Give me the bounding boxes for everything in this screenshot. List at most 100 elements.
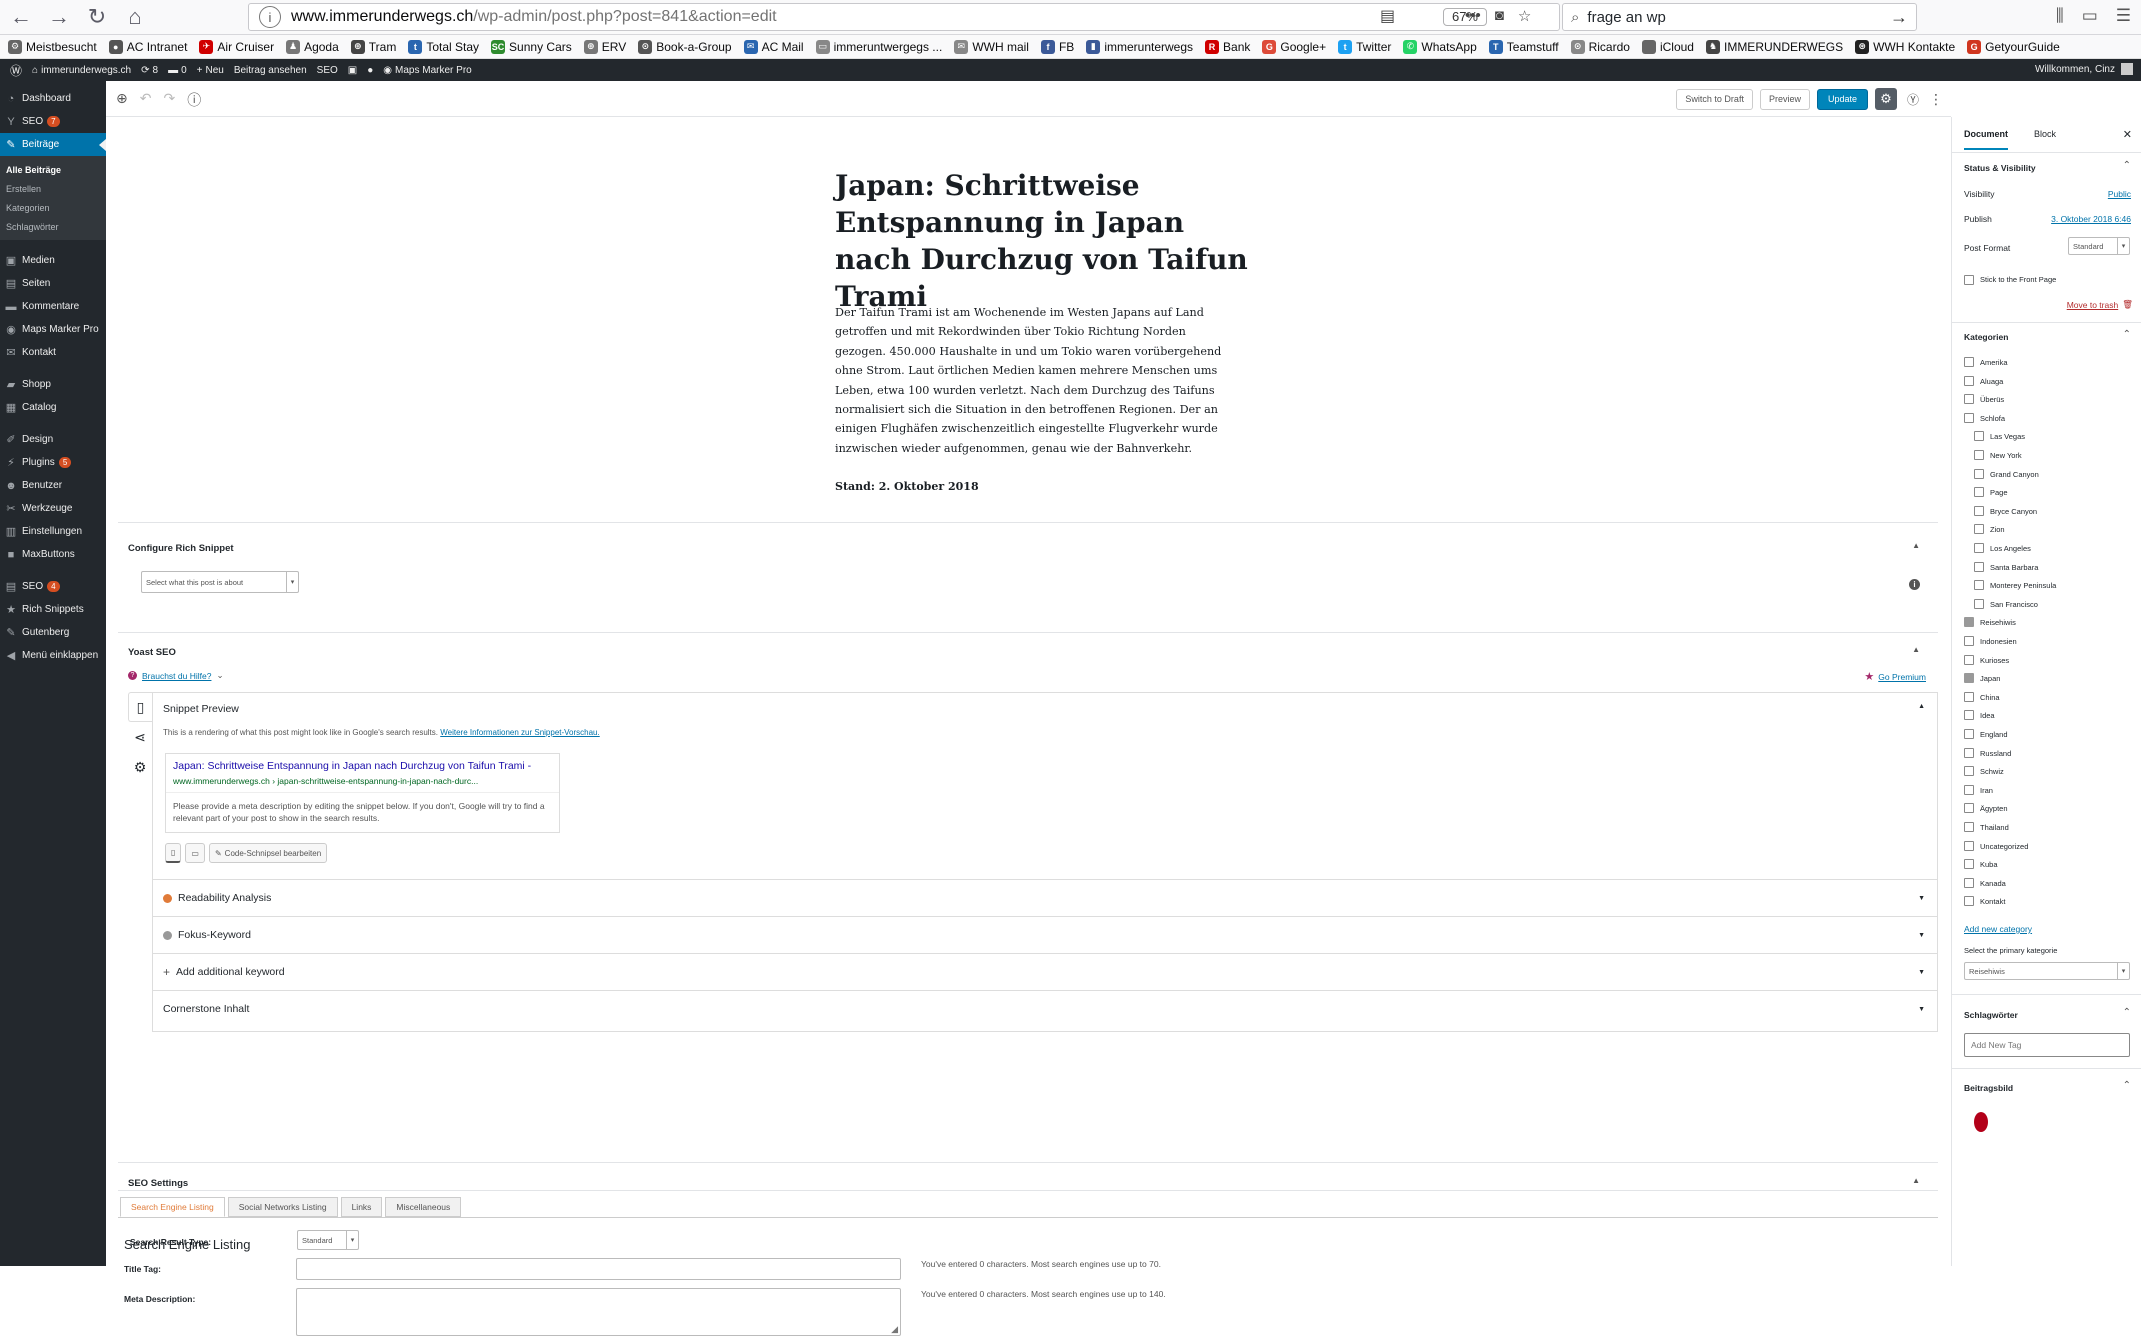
category-checkbox[interactable] (1964, 710, 1974, 721)
publish-date[interactable]: 3. Oktober 2018 6:46 (2051, 214, 2131, 224)
category-checkbox[interactable] (1964, 412, 1974, 423)
bookmark-item[interactable]: ▭ immeruntwergegs ... (815, 39, 942, 54)
more-options-icon[interactable]: ⋮ (1929, 91, 1943, 108)
category-checkbox[interactable] (1974, 543, 1984, 553)
status-visibility-title[interactable]: Status & Visibility (1964, 163, 2036, 173)
toolbar-icon-a[interactable]: ▣ (348, 65, 357, 76)
info-icon[interactable]: ⓘ (187, 90, 201, 110)
category-checkbox[interactable] (1974, 524, 1984, 535)
sidebar-item-menü-einklappen[interactable]: ◀ Menü einklappen (0, 644, 106, 667)
update-button[interactable]: Update (1816, 88, 1868, 110)
sidebar-item-shopp[interactable]: ▰ Shopp (0, 373, 106, 396)
add-block-icon[interactable]: ⊕ (116, 90, 128, 110)
collapse-up-icon[interactable]: ▲ (1912, 541, 1920, 550)
gear-icon[interactable]: ⚙ (128, 752, 152, 782)
sidebar-item-seo[interactable]: ▤ SEO 4 (0, 575, 106, 598)
tab-block[interactable]: Block (2034, 129, 2056, 139)
category-checkbox[interactable] (1964, 766, 1974, 777)
collapse-up-icon[interactable]: ▲ (1918, 703, 1925, 710)
post-paragraph[interactable]: Der Taifun Trami ist am Wochenende im We… (835, 303, 1230, 458)
desktop-icon[interactable]: ▭ (185, 843, 205, 863)
submenu-item[interactable]: Schlagwörter (0, 217, 106, 236)
chevron-up-icon[interactable]: ⌃ (2123, 1080, 2131, 1091)
bookmark-item[interactable]: ⊕ Tram (350, 39, 396, 54)
bookmark-item[interactable]: iCloud (1641, 39, 1694, 54)
visibility-value[interactable]: Public (2108, 189, 2131, 199)
category-checkbox[interactable] (1964, 617, 1974, 628)
sidebar-item-plugins[interactable]: ⚡ Plugins 5 (0, 451, 106, 474)
site-name[interactable]: ⌂ immerunderwegs.ch (32, 65, 131, 76)
category-checkbox[interactable] (1974, 431, 1984, 442)
sidebar-item-gutenberg[interactable]: ✎ Gutenberg (0, 621, 106, 644)
categories-title[interactable]: Kategorien (1964, 332, 2008, 342)
home-icon[interactable]: ⌂ (118, 2, 152, 32)
category-checkbox[interactable] (1964, 877, 1974, 888)
updates[interactable]: ⟳ 8 (141, 65, 158, 76)
category-checkbox[interactable] (1964, 822, 1974, 832)
category-checkbox[interactable] (1964, 654, 1974, 665)
sidebar-item-einstellungen[interactable]: ▥ Einstellungen (0, 520, 106, 543)
more-icon[interactable]: ••• (1465, 7, 1481, 25)
category-checkbox[interactable] (1974, 468, 1984, 479)
category-checkbox[interactable] (1974, 561, 1984, 572)
meta-description-input[interactable]: ◢ (296, 1288, 901, 1336)
tab-document[interactable]: Document (1964, 129, 2009, 150)
sidebar-toggle-icon[interactable]: ▭ (2082, 6, 2098, 26)
sidebar-item-seiten[interactable]: ▤ Seiten (0, 272, 106, 295)
google-snippet-card[interactable]: Japan: Schrittweise Entspannung in Japan… (165, 753, 560, 833)
featured-image-thumbnail[interactable] (1974, 1112, 1988, 1132)
chevron-up-icon[interactable]: ⌃ (2123, 329, 2131, 340)
category-checkbox[interactable] (1964, 859, 1974, 870)
tab-search-engine-listing[interactable]: Search Engine Listing (120, 1197, 225, 1217)
readability-analysis-row[interactable]: Readability Analysis ▼ (153, 879, 1937, 916)
category-checkbox[interactable] (1964, 896, 1974, 907)
switch-to-draft-button[interactable]: Switch to Draft (1676, 88, 1753, 110)
bookmark-item[interactable]: G Google+ (1262, 39, 1326, 54)
collapse-up-icon[interactable]: ▲ (1912, 645, 1920, 654)
sidebar-item-maxbuttons[interactable]: ■ MaxButtons (0, 543, 106, 566)
primary-category-select[interactable]: Reisehiwis ▾ (1964, 962, 2130, 980)
add-new-category-link[interactable]: Add new category (1964, 924, 2032, 934)
content-tab-icon[interactable]: ▯ (128, 692, 152, 722)
sidebar-item-dashboard[interactable]: ◔ Dashboard (0, 87, 106, 110)
back-icon[interactable]: ← (4, 2, 38, 32)
url-bar[interactable]: i www.immerunderwegs.ch/wp-admin/post.ph… (248, 3, 1560, 31)
post-title[interactable]: Japan: Schrittweise Entspannung in Japan… (835, 167, 1255, 315)
category-checkbox[interactable] (1964, 803, 1974, 814)
bookmark-item[interactable]: ✆ WhatsApp (1403, 39, 1477, 54)
category-checkbox[interactable] (1964, 840, 1974, 851)
bookmark-star-icon[interactable]: ☆ (1518, 7, 1531, 25)
sidebar-item-design[interactable]: ✐ Design (0, 428, 106, 451)
category-checkbox[interactable] (1974, 580, 1984, 591)
bookmark-item[interactable]: G GetyourGuide (1967, 39, 2060, 54)
bookmark-item[interactable]: ♟ Agoda (286, 39, 339, 54)
sidebar-item-rich-snippets[interactable]: ★ Rich Snippets (0, 598, 106, 621)
tab-miscellaneous[interactable]: Miscellaneous (385, 1197, 462, 1217)
tab-social-networks-listing[interactable]: Social Networks Listing (227, 1197, 338, 1217)
snippet-preview-title[interactable]: Snippet Preview (163, 703, 239, 715)
stick-front-checkbox[interactable] (1964, 275, 1974, 285)
category-checkbox[interactable] (1964, 691, 1974, 702)
sidebar-item-catalog[interactable]: ▦ Catalog (0, 396, 106, 419)
close-icon[interactable]: ✕ (2123, 128, 2132, 141)
wp-logo-icon[interactable]: Ⓦ (10, 62, 22, 79)
title-tag-input[interactable] (296, 1258, 901, 1280)
bookmark-item[interactable]: ✉ WWH mail (954, 39, 1029, 54)
reader-icon[interactable]: ▤ (1380, 6, 1395, 26)
yoast-title[interactable]: Yoast SEO (128, 647, 176, 658)
category-checkbox[interactable] (1964, 673, 1974, 684)
bookmark-item[interactable]: ⚙ Meistbesucht (8, 39, 97, 54)
chevron-up-icon[interactable]: ⌃ (2123, 1007, 2131, 1018)
category-checkbox[interactable] (1974, 450, 1984, 460)
forward-icon[interactable]: → (42, 2, 76, 32)
featured-image-title[interactable]: Beitragsbild (1964, 1083, 2013, 1093)
bookmark-item[interactable]: ⊙ Book-a-Group (638, 39, 732, 54)
bookmark-item[interactable]: R Bank (1205, 39, 1250, 54)
comments[interactable]: ▬ 0 (168, 65, 187, 76)
snippet-info-link[interactable]: Weitere Informationen zur Snippet-Vorsch… (440, 728, 600, 737)
sidebar-item-medien[interactable]: ▣ Medien (0, 249, 106, 272)
resize-handle-icon[interactable]: ◢ (891, 1324, 898, 1335)
redo-icon[interactable]: ↷ (163, 90, 175, 110)
avatar[interactable] (2121, 63, 2133, 75)
bookmark-item[interactable]: ▮ immerunterwegs (1086, 39, 1193, 54)
